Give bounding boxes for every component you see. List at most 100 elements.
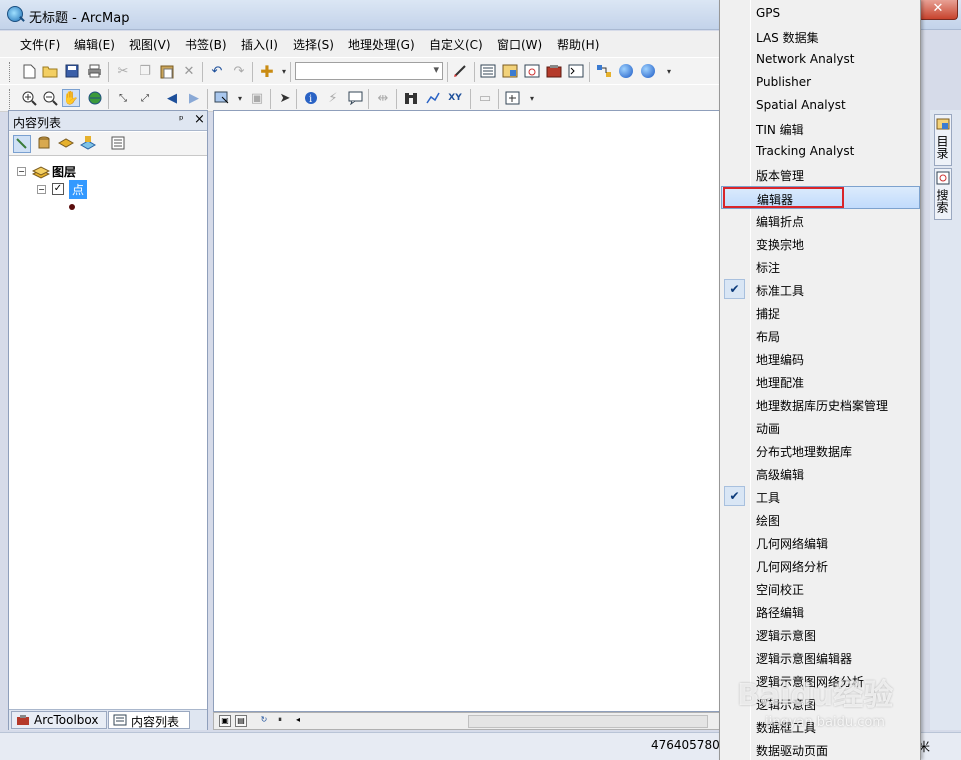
list-by-visibility-icon[interactable] [57, 135, 76, 153]
toolbar-menu-item[interactable]: Publisher [721, 71, 920, 94]
go-to-xy-icon[interactable]: XY [446, 89, 464, 107]
blue-globe-icon[interactable] [619, 64, 633, 78]
hyperlink-icon[interactable]: ⚡ [324, 89, 342, 107]
map-scale-combobox[interactable] [295, 62, 443, 80]
expander-minus-icon[interactable]: − [37, 185, 46, 194]
menu-selection[interactable]: 选择(S) [293, 36, 334, 53]
print-icon[interactable] [85, 62, 103, 80]
tab-table-of-contents[interactable]: 内容列表 [108, 711, 190, 729]
menu-windows[interactable]: 窗口(W) [497, 36, 542, 53]
toc-options-icon[interactable] [110, 135, 128, 153]
arctoolbox-icon[interactable] [545, 62, 563, 80]
toolbar-menu-item[interactable]: 几何网络编辑 [721, 531, 920, 554]
toolbar-menu-item[interactable]: 地理数据库历史档案管理 [721, 393, 920, 416]
toolbar-menu-item[interactable]: 逻辑示意图 [721, 623, 920, 646]
pause-drawing-icon[interactable]: ⏸ [274, 715, 286, 727]
toolbar-menu-item[interactable]: 布局 [721, 324, 920, 347]
go-back-icon[interactable]: ◀ [163, 89, 181, 107]
refresh-icon[interactable]: ↻ [258, 715, 270, 727]
tab-catalog[interactable]: 目录 [934, 114, 952, 166]
toolbar-menu-item[interactable]: 空间校正 [721, 577, 920, 600]
fixed-zoom-out-icon[interactable]: ⤢ [136, 89, 154, 107]
toolbar-menu-item[interactable]: 捕捉 [721, 301, 920, 324]
menu-insert[interactable]: 插入(I) [241, 36, 278, 53]
menu-view[interactable]: 视图(V) [129, 36, 171, 53]
layers-root-label[interactable]: 图层 [52, 163, 76, 180]
layer-name-point[interactable]: 点 [69, 180, 88, 199]
toolbar-grip[interactable] [9, 89, 12, 109]
modelbuilder-icon[interactable] [595, 62, 613, 80]
toolbar-menu-item[interactable]: 绘图 [721, 508, 920, 531]
select-elements-icon[interactable]: ➤ [276, 89, 294, 107]
tab-search[interactable]: 搜索 [934, 168, 952, 220]
cut-icon[interactable]: ✂ [114, 62, 132, 80]
point-symbol-icon[interactable] [69, 204, 75, 210]
toolbar-menu-item[interactable]: Network Analyst [721, 48, 920, 71]
select-dropdown-icon[interactable]: ▾ [231, 89, 249, 107]
identify-icon[interactable]: i [302, 89, 320, 107]
toolbar-menu-item[interactable]: 高级编辑 [721, 462, 920, 485]
list-by-source-icon[interactable] [36, 135, 54, 153]
fixed-zoom-in-icon[interactable]: ⤡ [114, 89, 132, 107]
data-view-icon[interactable]: ▣ [219, 715, 231, 727]
paste-icon[interactable] [158, 62, 176, 80]
table-of-contents-icon[interactable] [479, 62, 497, 80]
save-icon[interactable] [63, 62, 81, 80]
menu-customize[interactable]: 自定义(C) [429, 36, 483, 53]
search-window-icon[interactable] [523, 62, 541, 80]
toolbar-menu-item[interactable]: Tracking Analyst [721, 140, 920, 163]
toolbar-grip[interactable] [9, 62, 12, 82]
list-by-drawing-order-icon[interactable] [13, 135, 31, 153]
editor-toolbar-icon[interactable] [452, 62, 470, 80]
blue-globe-icon[interactable] [641, 64, 655, 78]
toolbar-menu-item[interactable]: 几何网络分析 [721, 554, 920, 577]
close-icon[interactable]: × [194, 112, 205, 127]
toolbar-menu-item[interactable]: LAS 数据集 [721, 25, 920, 48]
toolbar-menu-item[interactable]: TIN 编辑 [721, 117, 920, 140]
find-binoculars-icon[interactable] [402, 89, 420, 107]
delete-icon[interactable]: ✕ [180, 62, 198, 80]
add-data-icon[interactable]: ✚ [258, 62, 276, 81]
toolbar-menu-item[interactable]: ✔ 标准工具 [721, 278, 920, 301]
toolbar-menu-item[interactable]: 编辑器 [721, 186, 920, 209]
clear-selection-icon[interactable]: ▣ [248, 89, 266, 107]
python-window-icon[interactable] [567, 62, 585, 80]
pan-hand-icon[interactable]: ✋ [62, 89, 80, 107]
list-by-selection-icon[interactable] [79, 135, 98, 153]
zoom-in-icon[interactable] [20, 89, 38, 107]
layer-visibility-checkbox[interactable]: ✓ [52, 183, 64, 195]
toolbar-menu-item[interactable]: 变换宗地 [721, 232, 920, 255]
toolbar-menu-item[interactable]: ✔ 工具 [721, 485, 920, 508]
select-features-icon[interactable] [213, 89, 231, 107]
toolbar-menu-item[interactable]: GPS [721, 2, 920, 25]
menu-edit[interactable]: 编辑(E) [74, 36, 115, 53]
toolbar-menu-item[interactable]: 逻辑示意图编辑器 [721, 646, 920, 669]
viewer-window-icon[interactable] [503, 89, 521, 107]
full-extent-icon[interactable] [86, 89, 104, 107]
menu-bookmarks[interactable]: 书签(B) [185, 36, 227, 53]
go-forward-icon[interactable]: ▶ [185, 89, 203, 107]
undo-icon[interactable]: ↶ [208, 62, 226, 80]
catalog-window-icon[interactable] [501, 62, 519, 80]
find-route-icon[interactable] [424, 89, 442, 107]
layout-view-icon[interactable]: ▤ [235, 715, 247, 727]
toolbar-menu-item[interactable]: 地理编码 [721, 347, 920, 370]
map-view[interactable] [213, 110, 720, 712]
menu-file[interactable]: 文件(F) [20, 36, 60, 53]
toolbar-menu-item[interactable]: 标注 [721, 255, 920, 278]
toolbar-menu-item[interactable]: 版本管理 [721, 163, 920, 186]
measure-icon[interactable]: ⇹ [374, 89, 392, 107]
pin-icon[interactable]: ᵖ [179, 113, 184, 126]
toolbar-menu-item[interactable]: 地理配准 [721, 370, 920, 393]
new-document-icon[interactable] [20, 62, 38, 80]
copy-icon[interactable]: ❐ [136, 62, 154, 80]
toolbar-menu-item[interactable]: Spatial Analyst [721, 94, 920, 117]
html-popup-icon[interactable] [346, 89, 364, 107]
toolbar-menu-item[interactable]: 编辑折点 [721, 209, 920, 232]
menu-geoprocessing[interactable]: 地理处理(G) [348, 36, 415, 53]
scroll-left-icon[interactable]: ◂ [292, 715, 304, 727]
toolbar-options-icon[interactable]: ▾ [660, 62, 678, 80]
toolbar-menu-item[interactable]: 分布式地理数据库 [721, 439, 920, 462]
horizontal-scrollbar[interactable] [468, 715, 708, 728]
open-folder-icon[interactable] [41, 62, 59, 80]
